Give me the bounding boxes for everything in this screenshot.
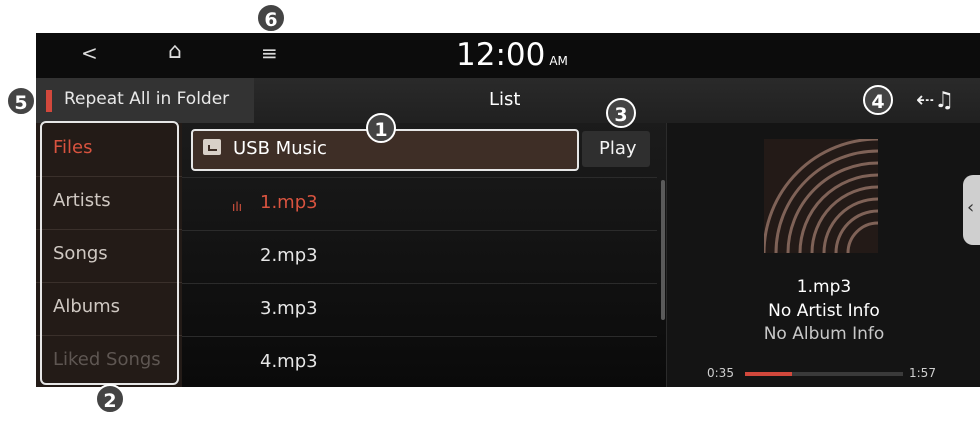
list-item[interactable]: ılı 1.mp3 [182, 177, 657, 231]
elapsed-time: 0:35 [707, 366, 734, 380]
track-name: 1.mp3 [260, 192, 318, 213]
status-bar: < ⌂ ≡ 12:00 AM [36, 33, 980, 78]
menu-icon[interactable]: ≡ [261, 41, 278, 65]
title-bar: Repeat All in Folder List ⇠♫ [36, 78, 980, 123]
callout-badge-2: 2 [95, 384, 125, 414]
track-name: 2.mp3 [260, 245, 318, 266]
folder-up-icon [203, 139, 221, 155]
play-button[interactable]: Play [582, 131, 650, 167]
callout-badge-5: 5 [6, 86, 36, 116]
side-panel-tab[interactable]: ‹ [963, 175, 980, 245]
album-art [764, 139, 878, 253]
progress-fill [745, 372, 793, 376]
callout-badge-4: 4 [863, 85, 893, 115]
clock: 12:00 AM [456, 37, 568, 73]
chevron-left-icon: ‹ [967, 197, 975, 218]
callout-badge-1: 1 [366, 113, 396, 143]
equalizer-icon: ılı [232, 200, 243, 214]
clock-ampm: AM [549, 54, 568, 68]
play-label: Play [599, 138, 637, 159]
now-playing-artist: No Artist Info [768, 301, 880, 321]
sidebar-highlight-frame [40, 121, 179, 385]
track-name: 3.mp3 [260, 298, 318, 319]
back-icon[interactable]: < [81, 41, 98, 65]
home-icon[interactable]: ⌂ [168, 39, 182, 64]
back-to-player-icon[interactable]: ⇠♫ [916, 88, 954, 113]
list-item[interactable]: 3.mp3 [182, 283, 657, 337]
album-art-graphic [764, 139, 878, 253]
progress-bar[interactable] [745, 372, 903, 376]
file-list: USB Music Play ılı 1.mp3 2.mp3 3.mp3 4.m… [182, 123, 666, 387]
track-name: 4.mp3 [260, 351, 318, 372]
folder-label: USB Music [233, 138, 327, 159]
total-time: 1:57 [909, 366, 936, 380]
callout-badge-3: 3 [606, 98, 636, 128]
page-title: List [489, 89, 521, 110]
repeat-indicator [46, 90, 52, 112]
now-playing-panel: 1.mp3 No Artist Info No Album Info 0:35 … [666, 123, 980, 387]
scrollbar[interactable] [661, 180, 665, 320]
clock-time: 12:00 [456, 37, 546, 73]
list-item[interactable]: 2.mp3 [182, 230, 657, 284]
list-item[interactable]: 4.mp3 [182, 336, 657, 387]
repeat-mode-label: Repeat All in Folder [64, 89, 230, 109]
now-playing-title: 1.mp3 [796, 277, 852, 297]
repeat-mode-button[interactable]: Repeat All in Folder [36, 78, 254, 123]
now-playing-album: No Album Info [763, 324, 885, 344]
callout-badge-6: 6 [256, 3, 286, 33]
